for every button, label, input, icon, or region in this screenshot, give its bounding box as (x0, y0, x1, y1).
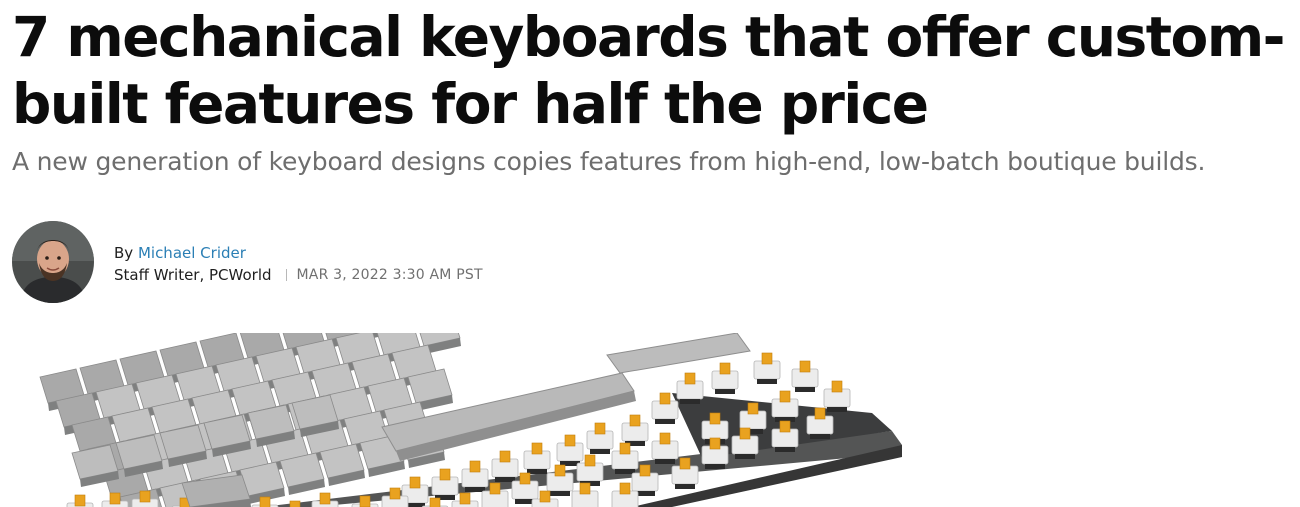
publish-date: MAR 3, 2022 3:30 AM PST (296, 267, 483, 283)
byline: By Michael Crider Staff Writer, PCWorld … (12, 221, 483, 303)
by-prefix: By (114, 244, 134, 262)
keyboard-illustration (39, 333, 902, 507)
author-role-line: Staff Writer, PCWorld MAR 3, 2022 3:30 A… (114, 264, 483, 286)
article-header: 7 mechanical keyboards that offer custom… (12, 0, 1292, 179)
hero-image (12, 333, 912, 507)
author-line: By Michael Crider (114, 242, 483, 264)
author-role: Staff Writer, PCWorld (114, 266, 272, 284)
byline-separator (285, 269, 287, 281)
article-subheadline: A new generation of keyboard designs cop… (12, 147, 1206, 176)
author-meta: By Michael Crider Staff Writer, PCWorld … (114, 238, 483, 286)
author-avatar[interactable] (12, 221, 94, 303)
author-name-link[interactable]: Michael Crider (138, 244, 246, 262)
article-headline: 7 mechanical keyboards that offer custom… (12, 5, 1285, 136)
